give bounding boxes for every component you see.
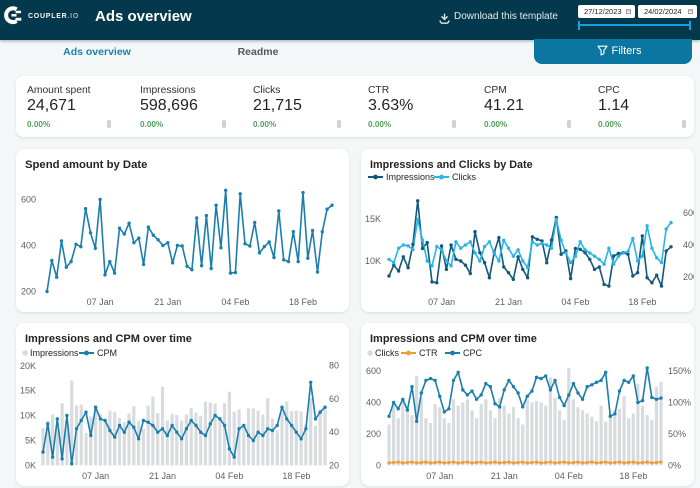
svg-text:18 Feb: 18 Feb <box>289 297 317 307</box>
svg-text:Impressions and Clicks by Date: Impressions and Clicks by Date <box>370 159 533 171</box>
svg-text:07 Jan: 07 Jan <box>87 297 114 307</box>
svg-text:Clicks: Clicks <box>452 172 476 182</box>
svg-text:10K: 10K <box>20 411 36 421</box>
svg-text:Impressions and CPM over time: Impressions and CPM over time <box>25 333 192 345</box>
svg-text:04 Feb: 04 Feb <box>215 471 243 481</box>
svg-text:80: 80 <box>329 361 339 371</box>
svg-text:0%: 0% <box>668 460 681 470</box>
svg-text:600: 600 <box>366 366 381 376</box>
svg-text:20K: 20K <box>20 361 36 371</box>
svg-text:18 Feb: 18 Feb <box>628 297 656 307</box>
svg-text:5K: 5K <box>25 436 36 446</box>
svg-text:400: 400 <box>21 241 36 251</box>
svg-text:18 Feb: 18 Feb <box>282 471 310 481</box>
svg-text:15K: 15K <box>365 214 381 224</box>
svg-text:04 Feb: 04 Feb <box>561 297 589 307</box>
svg-text:CTR: CTR <box>419 348 438 358</box>
svg-text:200: 200 <box>366 429 381 439</box>
svg-text:CPC: CPC <box>463 348 483 358</box>
svg-text:60: 60 <box>329 394 339 404</box>
svg-text:400: 400 <box>366 397 381 407</box>
svg-text:CPM: CPM <box>97 348 117 358</box>
svg-text:20: 20 <box>329 460 339 470</box>
svg-text:200: 200 <box>21 287 36 297</box>
svg-text:21 Jan: 21 Jan <box>491 471 518 481</box>
svg-text:40: 40 <box>329 427 339 437</box>
svg-text:Impressions: Impressions <box>386 172 435 182</box>
svg-text:600: 600 <box>21 195 36 205</box>
svg-text:10K: 10K <box>365 256 381 266</box>
svg-text:150%: 150% <box>668 366 691 376</box>
svg-text:07 Jan: 07 Jan <box>428 297 455 307</box>
svg-text:04 Feb: 04 Feb <box>221 297 249 307</box>
svg-text:Clicks: Clicks <box>375 348 399 358</box>
svg-text:50%: 50% <box>668 429 686 439</box>
svg-text:21 Jan: 21 Jan <box>495 297 522 307</box>
svg-text:15K: 15K <box>20 386 36 396</box>
svg-text:0: 0 <box>376 460 381 470</box>
svg-text:07 Jan: 07 Jan <box>426 471 453 481</box>
svg-text:Impressions: Impressions <box>30 348 79 358</box>
svg-text:Spend amount by Date: Spend amount by Date <box>25 159 147 171</box>
svg-text:18 Feb: 18 Feb <box>619 471 647 481</box>
svg-text:Impressions and CPM over time: Impressions and CPM over time <box>370 333 537 345</box>
svg-text:200: 200 <box>683 272 694 282</box>
svg-text:400: 400 <box>683 240 694 250</box>
svg-text:21 Jan: 21 Jan <box>154 297 181 307</box>
svg-text:600: 600 <box>683 208 694 218</box>
svg-text:100%: 100% <box>668 397 691 407</box>
svg-text:07 Jan: 07 Jan <box>82 471 109 481</box>
svg-text:0K: 0K <box>25 460 36 470</box>
svg-text:21 Jan: 21 Jan <box>149 471 176 481</box>
svg-text:04 Feb: 04 Feb <box>555 471 583 481</box>
